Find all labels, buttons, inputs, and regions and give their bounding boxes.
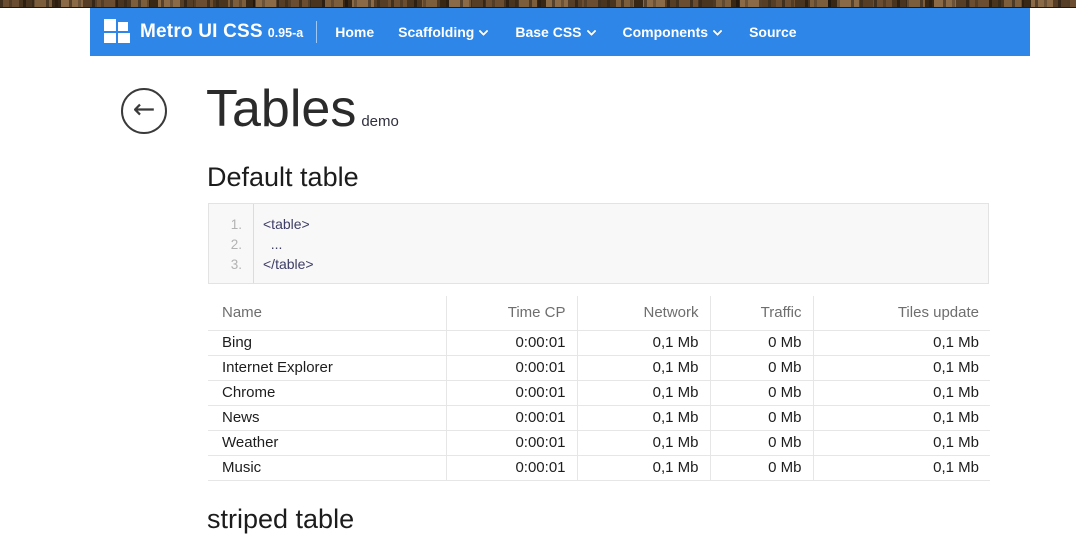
nav-item-home[interactable]: Home bbox=[323, 24, 386, 40]
cell-value: 0,1 Mb bbox=[577, 430, 710, 455]
brand-text: Metro UI CSS 0.95-a bbox=[140, 21, 303, 43]
section-heading-striped-table: striped table bbox=[207, 503, 354, 535]
code-line-text: <table> bbox=[263, 216, 310, 232]
table-row: Bing 0:00:01 0,1 Mb 0 Mb 0,1 Mb bbox=[208, 330, 990, 355]
code-line-number: 1. bbox=[209, 217, 248, 232]
table-row: Internet Explorer 0:00:01 0,1 Mb 0 Mb 0,… bbox=[208, 355, 990, 380]
cell-value: 0,1 Mb bbox=[813, 355, 990, 380]
back-button[interactable]: ← bbox=[121, 88, 167, 134]
column-header-time-cp: Time CP bbox=[446, 296, 577, 330]
code-line-text: </table> bbox=[263, 256, 314, 272]
cell-value: 0,1 Mb bbox=[813, 430, 990, 455]
column-header-tiles-update: Tiles update bbox=[813, 296, 990, 330]
cell-name: News bbox=[208, 405, 446, 430]
cell-value: 0,1 Mb bbox=[577, 355, 710, 380]
page: Metro UI CSS 0.95-a Home Scaffolding Bas… bbox=[0, 0, 1076, 536]
code-line-text: ... bbox=[263, 236, 282, 252]
brand-link[interactable]: Metro UI CSS 0.95-a bbox=[104, 19, 303, 46]
background-texture bbox=[0, 0, 1076, 8]
cell-name: Bing bbox=[208, 330, 446, 355]
navbar-divider bbox=[316, 21, 317, 43]
chevron-down-icon bbox=[713, 26, 723, 36]
arrow-left-icon: ← bbox=[133, 96, 156, 123]
code-line-number: 3. bbox=[209, 257, 248, 272]
table-row: Weather 0:00:01 0,1 Mb 0 Mb 0,1 Mb bbox=[208, 430, 990, 455]
nav-item-source[interactable]: Source bbox=[737, 24, 808, 40]
cell-name: Internet Explorer bbox=[208, 355, 446, 380]
column-header-traffic: Traffic bbox=[710, 296, 813, 330]
cell-value: 0,1 Mb bbox=[813, 405, 990, 430]
cell-value: 0:00:01 bbox=[446, 430, 577, 455]
cell-name: Music bbox=[208, 455, 446, 480]
page-title-text: Tables bbox=[206, 84, 356, 134]
cell-value: 0,1 Mb bbox=[577, 455, 710, 480]
cell-value: 0:00:01 bbox=[446, 330, 577, 355]
page-subtitle: demo bbox=[361, 97, 399, 147]
cell-value: 0,1 Mb bbox=[577, 405, 710, 430]
cell-value: 0:00:01 bbox=[446, 380, 577, 405]
nav-item-base-css[interactable]: Base CSS bbox=[503, 24, 610, 40]
table-row: News 0:00:01 0,1 Mb 0 Mb 0,1 Mb bbox=[208, 405, 990, 430]
nav-item-scaffolding[interactable]: Scaffolding bbox=[386, 24, 503, 40]
cell-value: 0,1 Mb bbox=[813, 380, 990, 405]
table-row: Music 0:00:01 0,1 Mb 0 Mb 0,1 Mb bbox=[208, 455, 990, 480]
cell-value: 0 Mb bbox=[710, 455, 813, 480]
section-heading-default-table: Default table bbox=[207, 161, 359, 193]
navbar: Metro UI CSS 0.95-a Home Scaffolding Bas… bbox=[90, 8, 1030, 56]
chevron-down-icon bbox=[586, 26, 596, 36]
default-table: Name Time CP Network Traffic Tiles updat… bbox=[208, 296, 990, 481]
nav-item-label: Components bbox=[623, 24, 709, 40]
cell-value: 0 Mb bbox=[710, 430, 813, 455]
column-header-network: Network bbox=[577, 296, 710, 330]
nav-item-label: Scaffolding bbox=[398, 24, 474, 40]
cell-value: 0,1 Mb bbox=[577, 380, 710, 405]
nav-item-label: Home bbox=[335, 24, 374, 40]
column-header-name: Name bbox=[208, 296, 446, 330]
code-line: 2. ... bbox=[209, 234, 988, 254]
cell-value: 0:00:01 bbox=[446, 455, 577, 480]
cell-name: Weather bbox=[208, 430, 446, 455]
cell-value: 0,1 Mb bbox=[577, 330, 710, 355]
brand-name: Metro UI CSS bbox=[140, 21, 263, 43]
code-gutter-divider bbox=[253, 204, 254, 283]
cell-value: 0 Mb bbox=[710, 405, 813, 430]
cell-value: 0,1 Mb bbox=[813, 330, 990, 355]
table-header-row: Name Time CP Network Traffic Tiles updat… bbox=[208, 296, 990, 330]
nav-item-label: Source bbox=[749, 24, 796, 40]
code-line: 1. <table> bbox=[209, 214, 988, 234]
cell-value: 0 Mb bbox=[710, 380, 813, 405]
nav-item-label: Base CSS bbox=[515, 24, 581, 40]
cell-name: Chrome bbox=[208, 380, 446, 405]
cell-value: 0,1 Mb bbox=[813, 455, 990, 480]
brand-version: 0.95-a bbox=[268, 26, 303, 40]
code-block: 1. <table> 2. ... 3. </table> bbox=[208, 203, 989, 284]
navbar-menu: Home Scaffolding Base CSS Components Sou… bbox=[323, 24, 808, 40]
table-row: Chrome 0:00:01 0,1 Mb 0 Mb 0,1 Mb bbox=[208, 380, 990, 405]
nav-item-components[interactable]: Components bbox=[611, 24, 738, 40]
cell-value: 0 Mb bbox=[710, 330, 813, 355]
page-title: Tables demo bbox=[206, 84, 399, 147]
code-line: 3. </table> bbox=[209, 254, 988, 274]
cell-value: 0 Mb bbox=[710, 355, 813, 380]
metro-logo-icon bbox=[104, 19, 130, 46]
cell-value: 0:00:01 bbox=[446, 405, 577, 430]
code-line-number: 2. bbox=[209, 237, 248, 252]
cell-value: 0:00:01 bbox=[446, 355, 577, 380]
chevron-down-icon bbox=[479, 26, 489, 36]
